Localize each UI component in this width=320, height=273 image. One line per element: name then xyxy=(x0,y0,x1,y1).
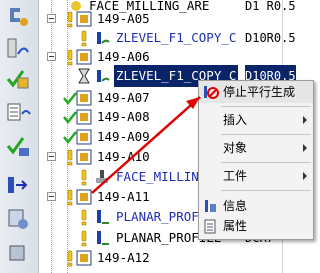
collapse-icon[interactable] xyxy=(47,192,56,201)
exclamation-icon xyxy=(75,29,93,47)
postprocess-icon[interactable] xyxy=(4,172,32,198)
menu-item-workpiece[interactable]: 工件 xyxy=(199,165,313,187)
menu-item-object[interactable]: 对象 xyxy=(199,137,313,159)
operation-name: FACE_MILLIN xyxy=(116,169,199,184)
collapse-icon[interactable] xyxy=(47,14,56,23)
group-name: 149-A08 xyxy=(97,109,150,124)
tree-row[interactable]: 149-A12 xyxy=(39,247,316,269)
hourglass-icon xyxy=(75,67,93,85)
menu-item-label: 对象 xyxy=(223,141,248,155)
stop-icon xyxy=(203,83,219,101)
menu-item-label: 信息 xyxy=(223,199,248,213)
menu-separator xyxy=(221,134,311,135)
info-icon xyxy=(203,197,219,215)
program-group-icon xyxy=(75,89,93,107)
zlevel-operation-icon xyxy=(93,29,111,47)
group-name: 149-A12 xyxy=(97,250,150,265)
verify-icon[interactable] xyxy=(4,66,32,92)
generate-path-icon[interactable] xyxy=(4,36,32,62)
program-group-icon xyxy=(75,249,93,267)
program-group-icon xyxy=(75,148,93,166)
misc-tool-icon[interactable] xyxy=(4,240,32,266)
simulate-icon[interactable] xyxy=(4,134,32,160)
program-group-icon xyxy=(75,108,93,126)
menu-item-label: 插入 xyxy=(223,113,248,127)
menu-item-properties[interactable]: 属性 xyxy=(199,215,313,237)
collapse-icon[interactable] xyxy=(47,52,56,61)
submenu-arrow-icon xyxy=(303,172,307,180)
group-name: 149-A11 xyxy=(97,189,150,204)
exclamation-icon xyxy=(75,229,93,247)
submenu-arrow-icon xyxy=(303,116,307,124)
shop-docs-icon[interactable] xyxy=(4,206,32,232)
group-name: 149-A10 xyxy=(97,149,150,164)
menu-item-label: 工件 xyxy=(223,169,248,183)
left-toolbar xyxy=(0,0,39,273)
operation-name: PLANAR_PROF xyxy=(116,209,199,224)
submenu-arrow-icon xyxy=(303,144,307,152)
collapse-icon[interactable] xyxy=(47,152,56,161)
menu-separator xyxy=(221,106,311,107)
zlevel-operation-icon xyxy=(93,67,111,85)
planar-profile-icon xyxy=(93,208,111,226)
menu-separator xyxy=(221,162,311,163)
menu-item-info[interactable]: 信息 xyxy=(199,195,313,217)
menu-item-stop-parallel-generate[interactable]: 停止平行生成 xyxy=(199,81,313,103)
exclamation-icon xyxy=(75,208,93,226)
context-menu: 停止平行生成 插入 对象 工件 信息 属性 xyxy=(198,80,314,240)
menu-item-insert[interactable]: 插入 xyxy=(199,109,313,131)
properties-icon xyxy=(203,217,219,235)
program-group-icon xyxy=(75,10,93,28)
group-name: 149-A09 xyxy=(97,129,150,144)
program-group-icon xyxy=(75,128,93,146)
wrench-settings-icon[interactable] xyxy=(4,4,32,30)
program-group-icon xyxy=(75,188,93,206)
face-milling-icon xyxy=(93,168,111,186)
menu-item-label: 属性 xyxy=(223,219,248,233)
menu-separator xyxy=(221,190,311,191)
exclamation-icon xyxy=(75,168,93,186)
menu-item-label: 停止平行生成 xyxy=(223,85,296,99)
list-output-icon[interactable] xyxy=(4,100,32,126)
planar-profile-icon xyxy=(93,229,111,247)
program-group-icon xyxy=(75,48,93,66)
